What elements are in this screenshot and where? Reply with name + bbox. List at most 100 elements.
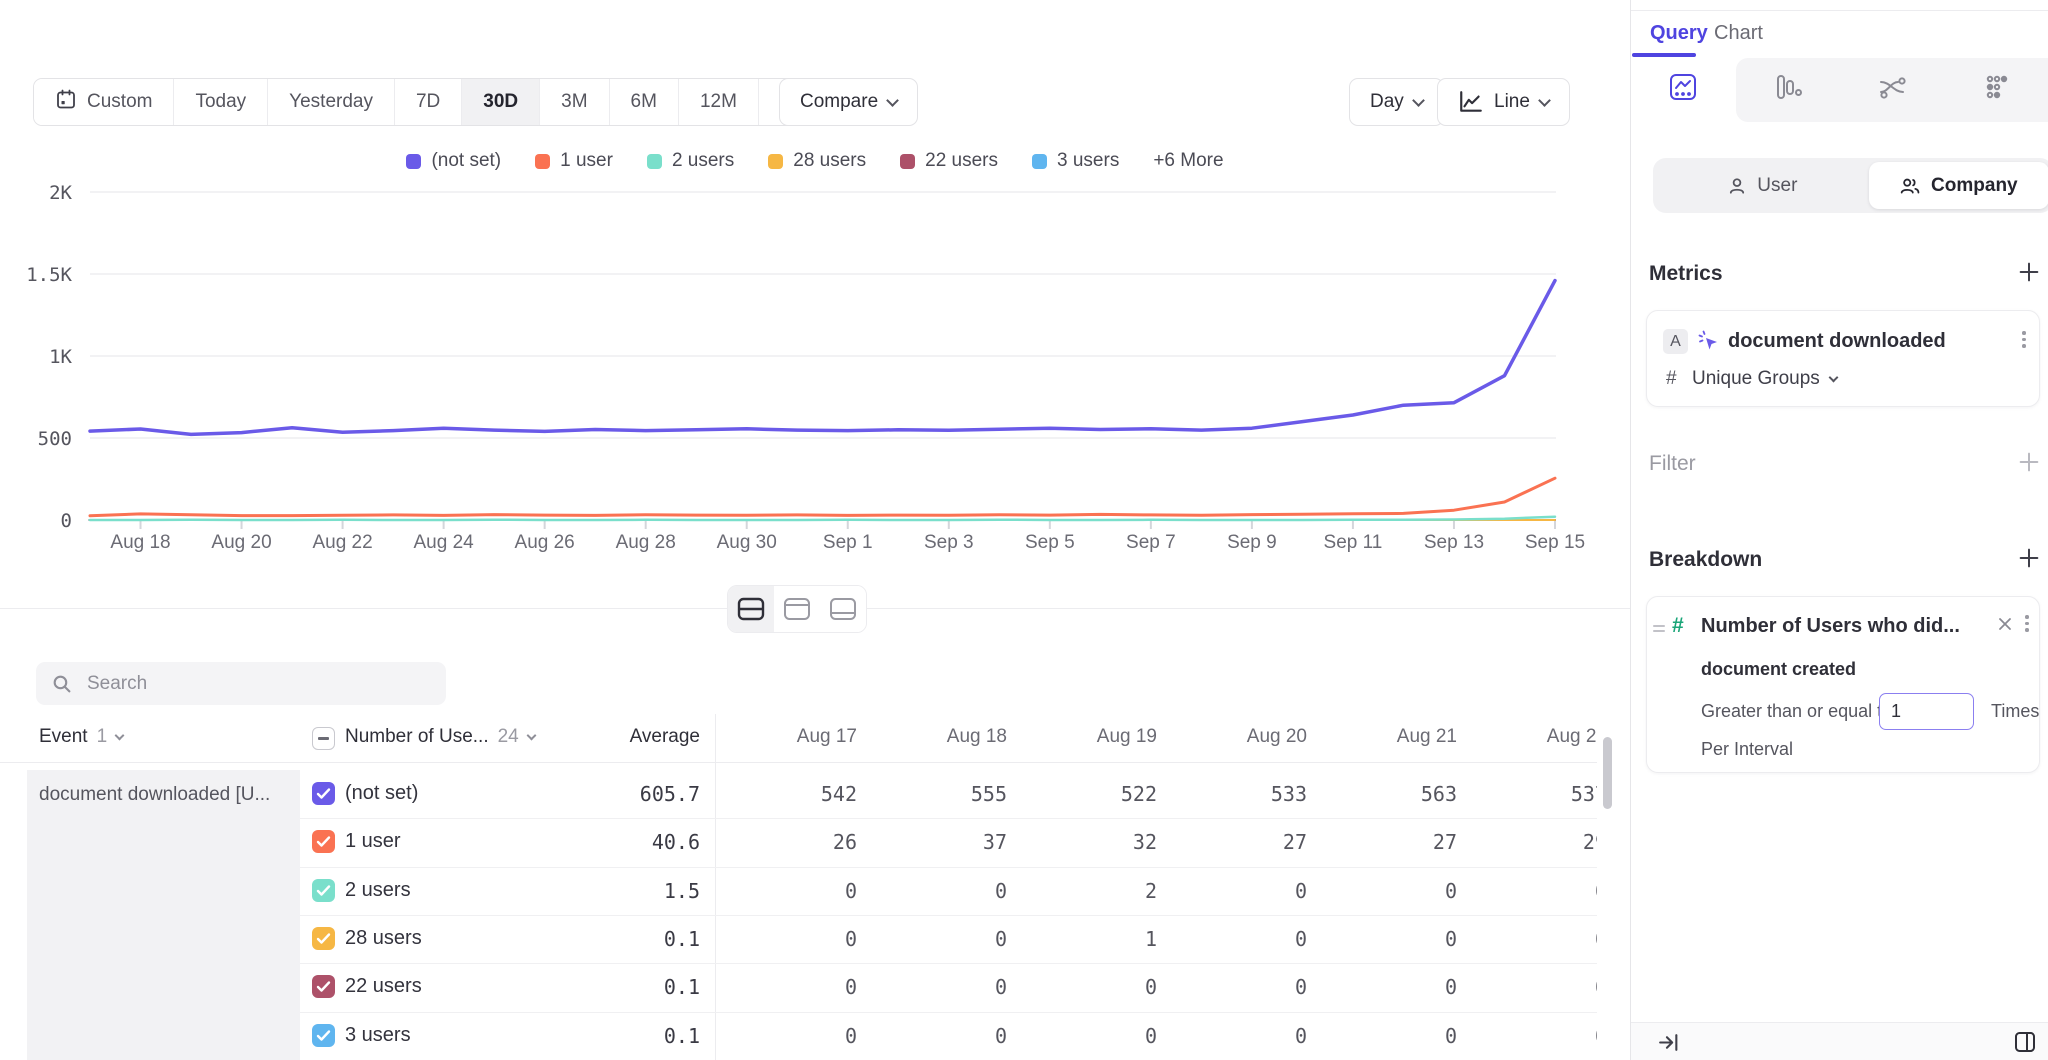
range-button-30d[interactable]: 30D (462, 79, 540, 125)
row-value: 0 (1007, 975, 1157, 999)
granularity-button[interactable]: Day (1349, 78, 1444, 126)
svg-text:500: 500 (38, 428, 72, 450)
range-label: 30D (483, 91, 518, 113)
row-checkbox[interactable] (312, 830, 335, 853)
table-scrollbar[interactable] (1603, 737, 1612, 809)
chart-type-tab-flow-chart[interactable] (1840, 58, 1945, 122)
row-value: 0 (1457, 879, 1597, 903)
breakdown-condition[interactable]: Greater than or equal to (1701, 701, 1892, 722)
chart-type-button[interactable]: Line (1437, 78, 1570, 126)
legend-item-22-users[interactable]: 22 users (900, 150, 998, 172)
range-button-today[interactable]: Today (174, 79, 268, 125)
row-checkbox[interactable] (312, 927, 335, 950)
chart-legend: (not set) 1 user 2 users 28 users 22 users 3 … (0, 150, 1630, 172)
chevron-down-icon (1412, 94, 1425, 107)
row-checkbox[interactable] (312, 782, 335, 805)
split-panel-icon[interactable] (2013, 1030, 2037, 1060)
times-value-input[interactable] (1879, 693, 1974, 730)
svg-text:Aug 20: Aug 20 (211, 532, 271, 553)
chart-type-tab-bar-chart[interactable] (1736, 58, 1841, 122)
add-metric-button[interactable] (2019, 262, 2039, 288)
row-value: 0 (1007, 1024, 1157, 1048)
row-average: 0.1 (550, 927, 700, 951)
scope-user[interactable]: User (1657, 162, 1869, 209)
tab-chart[interactable]: Chart (1714, 22, 1763, 45)
drag-handle-icon[interactable] (1652, 619, 1666, 641)
date-column-header[interactable]: Aug 21 (1307, 726, 1457, 748)
date-column-header[interactable]: Aug 22 (1457, 726, 1597, 748)
range-button-6m[interactable]: 6M (610, 79, 679, 125)
range-button-7d[interactable]: 7D (395, 79, 462, 125)
legend-more[interactable]: +6 More (1153, 150, 1223, 172)
users-icon (1900, 177, 1920, 195)
tab-query-underline (1632, 53, 1696, 57)
range-label: Yesterday (289, 91, 373, 113)
average-column-header[interactable]: Average (550, 726, 700, 748)
breakdown-property[interactable]: Number of Users who did... (1701, 615, 1960, 638)
table-only-button[interactable] (820, 586, 866, 632)
legend-item-1-user[interactable]: 1 user (535, 150, 613, 172)
table-row-2-users: 2 users1.5002000 (0, 867, 1597, 915)
legend-item-28-users[interactable]: 28 users (768, 150, 866, 172)
row-checkbox[interactable] (312, 879, 335, 902)
legend-item-2-users[interactable]: 2 users (647, 150, 734, 172)
row-average: 1.5 (550, 879, 700, 903)
row-value: 537 (1457, 782, 1597, 806)
add-filter-button[interactable] (2019, 452, 2039, 478)
table-row-28-users: 28 users0.1001000 (0, 915, 1597, 963)
date-column-header[interactable]: Aug 17 (707, 726, 857, 748)
legend-label: (not set) (431, 150, 501, 172)
chart-only-button[interactable] (774, 586, 820, 632)
legend-swatch (647, 154, 662, 169)
chevron-down-icon (115, 730, 125, 740)
row-label: 28 users (345, 927, 422, 950)
legend-label: 3 users (1057, 150, 1119, 172)
chart-type-tab-line-chart[interactable] (1631, 58, 1736, 122)
search-input[interactable] (85, 672, 389, 696)
range-button-custom[interactable]: Custom (34, 79, 174, 125)
breakdown-event[interactable]: document created (1701, 659, 1856, 680)
row-label: 3 users (345, 1024, 411, 1047)
legend-swatch (1032, 154, 1047, 169)
scope-toggle: User Company (1653, 158, 2048, 213)
close-icon[interactable] (1995, 614, 2015, 640)
scope-company[interactable]: Company (1869, 162, 2048, 209)
collapse-panel-icon[interactable] (1657, 1031, 1680, 1060)
event-column-header[interactable]: Event 1 (39, 726, 123, 748)
row-value: 27 (1157, 830, 1307, 854)
svg-text:Sep 7: Sep 7 (1126, 532, 1176, 553)
aggregation-selector[interactable]: Unique Groups (1692, 368, 1837, 390)
compare-button[interactable]: Compare (779, 78, 918, 126)
tab-query[interactable]: Query (1650, 22, 1708, 45)
aggregation-label: Unique Groups (1692, 368, 1820, 390)
row-value: 542 (707, 782, 857, 806)
row-value: 0 (857, 927, 1007, 951)
range-button-yesterday[interactable]: Yesterday (268, 79, 395, 125)
date-column-header[interactable]: Aug 19 (1007, 726, 1157, 748)
metric-event-name[interactable]: document downloaded (1728, 330, 1946, 353)
metric-card[interactable]: A document downloaded # Unique Groups (1646, 310, 2040, 407)
metric-kebab-menu[interactable] (2018, 327, 2030, 352)
chart-type-tab-scatter-chart[interactable] (1945, 58, 2048, 122)
row-checkbox[interactable] (312, 975, 335, 998)
select-all-checkbox[interactable] (312, 727, 335, 750)
per-interval-label[interactable]: Per Interval (1701, 739, 1793, 760)
range-label: Today (195, 91, 246, 113)
range-button-12m[interactable]: 12M (679, 79, 759, 125)
add-breakdown-button[interactable] (2019, 548, 2039, 574)
series-column-header[interactable]: Number of Use... 24 (345, 726, 535, 748)
row-value: 0 (857, 975, 1007, 999)
row-checkbox[interactable] (312, 1024, 335, 1047)
range-button-3m[interactable]: 3M (540, 79, 609, 125)
legend-item-3-users[interactable]: 3 users (1032, 150, 1119, 172)
split-view-button[interactable] (728, 586, 774, 632)
row-value: 0 (707, 975, 857, 999)
date-column-header[interactable]: Aug 20 (1157, 726, 1307, 748)
date-column-header[interactable]: Aug 18 (857, 726, 1007, 748)
svg-text:Sep 15: Sep 15 (1525, 532, 1585, 553)
breakdown-kebab-menu[interactable] (2021, 611, 2033, 636)
row-average: 605.7 (550, 782, 700, 806)
legend-item-not-set[interactable]: (not set) (406, 150, 501, 172)
breakdown-card[interactable]: # Number of Users who did... document cr… (1646, 596, 2040, 773)
metrics-title: Metrics (1649, 262, 1723, 286)
